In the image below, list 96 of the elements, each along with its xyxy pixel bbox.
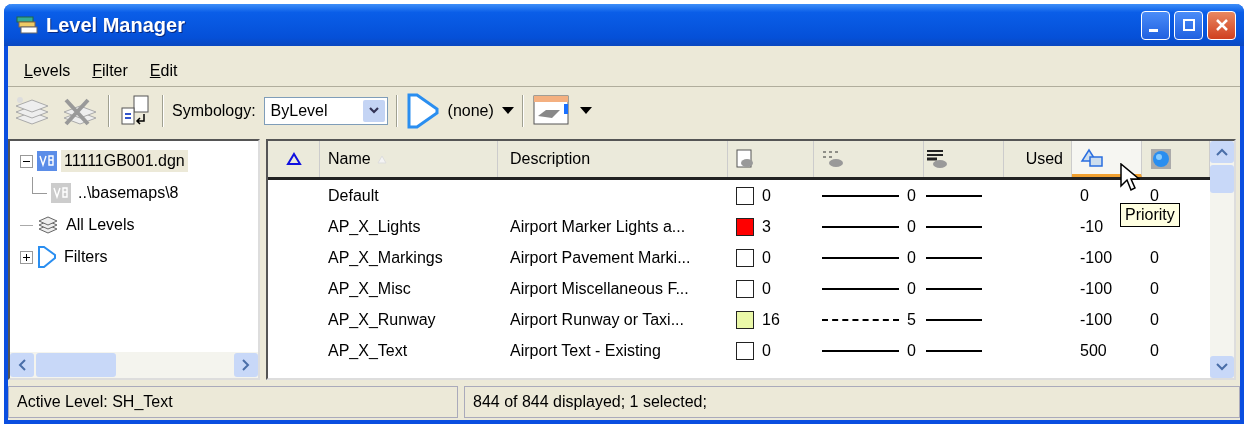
line-weight-sample (926, 256, 982, 259)
delta-icon[interactable] (285, 152, 302, 166)
line-weight-sample (926, 349, 982, 352)
scroll-right-button[interactable] (234, 353, 258, 377)
column-header[interactable]: Used (1025, 150, 1063, 168)
level-description: Airport Runway or Taxi... (510, 310, 684, 329)
maximize-button[interactable] (1174, 10, 1203, 40)
table-cell: 0 (1150, 248, 1159, 267)
filter-dropdown[interactable]: (none) (447, 102, 494, 120)
priority-value: -100 (1080, 310, 1113, 329)
table-cell: 0 (1150, 310, 1159, 329)
line-style-column-icon[interactable] (822, 149, 844, 169)
color-column-icon[interactable] (736, 149, 754, 169)
level-name: AP_X_Text (328, 341, 408, 360)
symbology-label: Symbology: (172, 102, 256, 120)
chevron-up-icon (1216, 148, 1228, 156)
priority-value: 0 (1080, 186, 1089, 205)
horizontal-scrollbar[interactable] (10, 352, 258, 378)
style-number: 5 (907, 310, 916, 329)
mouse-cursor-icon (1120, 163, 1140, 193)
chevron-down-icon (1216, 363, 1228, 371)
scroll-down-button[interactable] (1210, 356, 1234, 378)
style-number: 0 (907, 186, 916, 205)
globe-icon[interactable] (1150, 148, 1172, 170)
level-name: AP_X_Misc (328, 279, 411, 298)
level-description: Airport Text - Existing (510, 341, 661, 360)
filter-icon[interactable] (405, 93, 440, 129)
tooltip: Priority (1120, 203, 1180, 227)
layers-icon (37, 216, 59, 234)
caret-icon[interactable] (579, 107, 592, 115)
tree-item[interactable]: All Levels (63, 214, 138, 236)
status-text: 844 of 844 displayed; 1 selected; (464, 386, 1240, 418)
tree-item[interactable]: ..\basemaps\8 (75, 182, 182, 204)
sort-icon (376, 154, 387, 164)
collapse-icon[interactable] (20, 154, 33, 168)
v8-file-icon (51, 183, 71, 203)
level-description: Airport Pavement Marki... (510, 248, 691, 267)
edit-icon[interactable] (531, 94, 572, 128)
level-name: AP_X_Markings (328, 248, 443, 267)
level-name: AP_X_Runway (328, 310, 436, 329)
minimize-button[interactable] (1141, 10, 1170, 40)
priority-value: -100 (1080, 248, 1113, 267)
priority-value: -10 (1080, 217, 1104, 236)
priority-column-icon[interactable] (1080, 147, 1106, 168)
priority-value: 500 (1080, 341, 1107, 360)
caret-icon[interactable] (501, 107, 514, 115)
menu-item[interactable]: Edit (149, 62, 178, 80)
table-cell: 0 (1150, 279, 1159, 298)
status-text: Active Level: SH_Text (8, 386, 458, 418)
chevron-down-icon (367, 106, 380, 116)
level-name: Default (328, 186, 379, 205)
priority-value: -100 (1080, 279, 1113, 298)
level-name: AP_X_Lights (328, 217, 421, 236)
color-number: 0 (762, 248, 771, 267)
window-title: Level Manager (46, 13, 185, 37)
tree-item[interactable]: 11111GB001.dgn (61, 150, 188, 172)
table-cell: 0 (1150, 341, 1159, 360)
style-number: 0 (907, 217, 916, 236)
v8-file-icon (37, 151, 57, 171)
layers-icon (16, 15, 38, 35)
color-number: 0 (762, 279, 771, 298)
scroll-thumb[interactable] (1210, 165, 1234, 193)
symbology-dropdown[interactable]: ByLevel (263, 97, 388, 125)
color-number: 0 (762, 341, 771, 360)
expand-icon[interactable] (20, 250, 33, 264)
line-weight-sample (926, 318, 982, 321)
level-description: Airport Miscellaneous F... (510, 279, 689, 298)
style-number: 0 (907, 341, 916, 360)
minimize-icon (1149, 28, 1158, 32)
style-number: 0 (907, 279, 916, 298)
vertical-scrollbar[interactable] (1210, 141, 1234, 378)
table-cell: 0 (1150, 186, 1159, 205)
menu-item[interactable]: Levels (24, 62, 71, 80)
color-number: 3 (762, 217, 771, 236)
line-weight-sample (926, 194, 982, 197)
line-weight-sample (926, 287, 982, 290)
scroll-up-button[interactable] (1210, 141, 1234, 163)
menu-item[interactable]: Filter (92, 62, 128, 80)
scroll-thumb[interactable] (36, 353, 116, 377)
color-number: 0 (762, 186, 771, 205)
filter-icon (37, 246, 57, 268)
line-weight-sample (926, 225, 982, 228)
style-number: 0 (907, 248, 916, 267)
line-weight-column-icon[interactable] (926, 149, 948, 169)
tree-connector (32, 176, 47, 194)
close-button[interactable] (1207, 10, 1236, 40)
chevron-right-icon (242, 359, 250, 371)
color-number: 16 (762, 310, 780, 329)
level-description: Airport Marker Lights a... (510, 217, 686, 236)
close-icon (1214, 18, 1229, 32)
column-header[interactable]: Description (510, 150, 591, 168)
maximize-icon (1181, 18, 1196, 32)
tree-item[interactable]: Filters (61, 246, 111, 268)
column-header[interactable]: Name (328, 150, 371, 168)
chevron-left-icon (18, 359, 26, 371)
scroll-left-button[interactable] (10, 353, 34, 377)
